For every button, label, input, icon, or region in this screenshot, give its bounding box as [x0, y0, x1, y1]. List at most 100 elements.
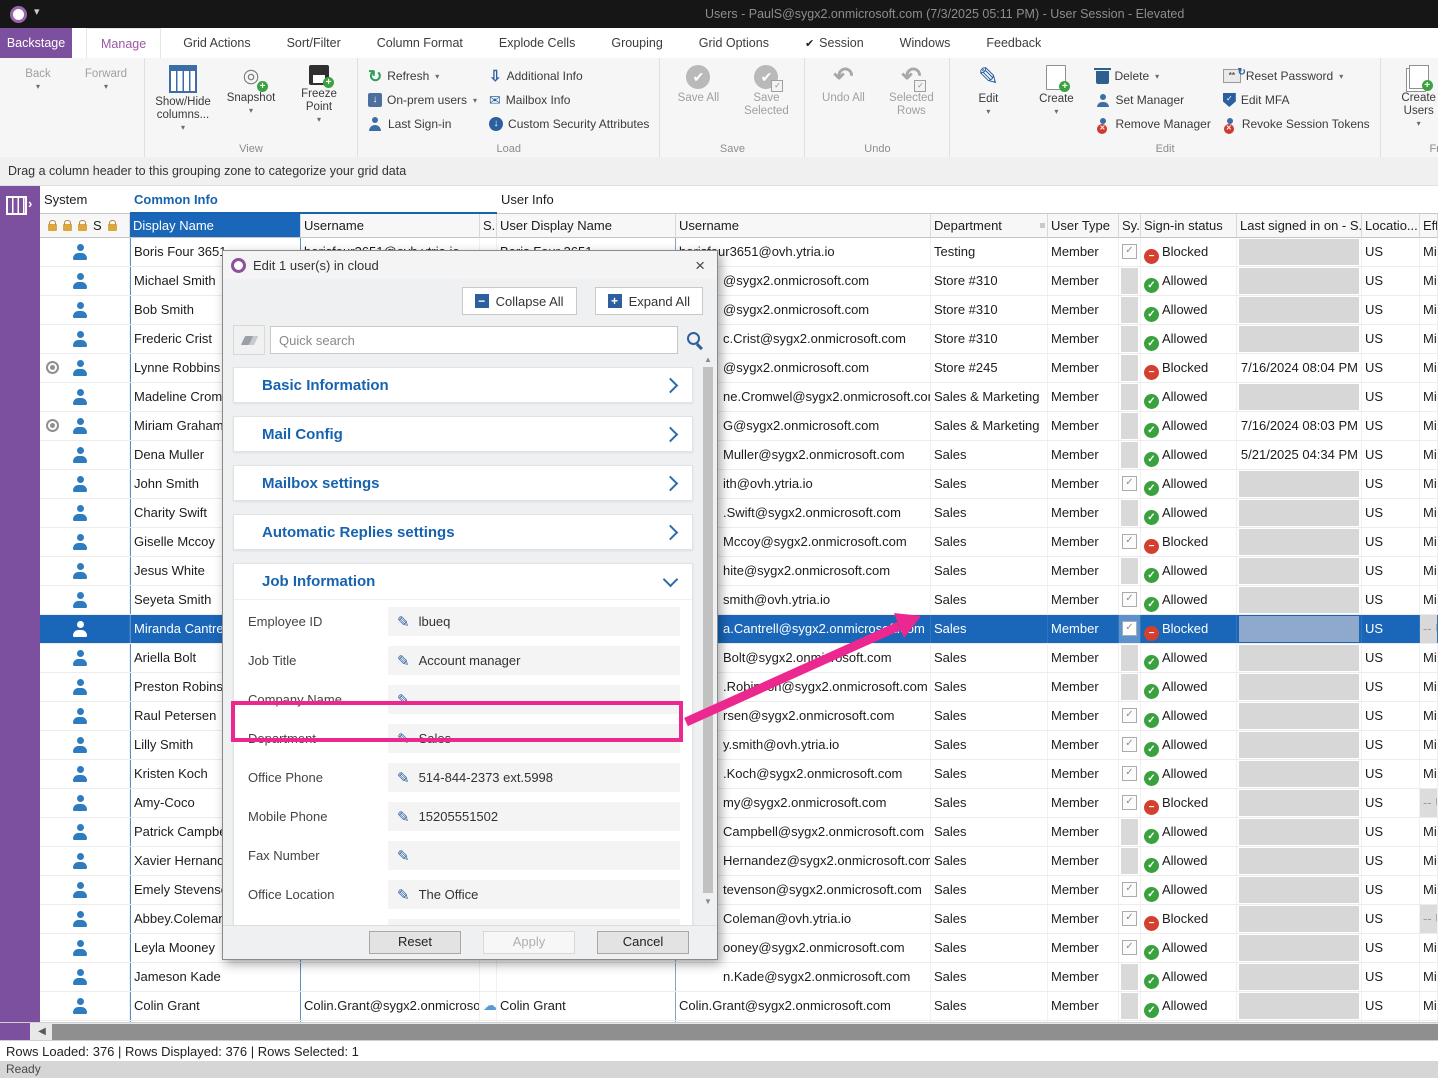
cell-signin-status[interactable]: ✓Allowed	[1141, 731, 1237, 759]
section-mailbox-settings[interactable]: Mailbox settings	[233, 465, 693, 501]
cell-location[interactable]: US	[1362, 876, 1420, 904]
row-icon-cell[interactable]	[40, 876, 130, 904]
cell-sync-check[interactable]: ✓	[1119, 760, 1141, 788]
cell-sync-check[interactable]: ✓	[1119, 615, 1141, 643]
cell-user-type[interactable]: Member	[1048, 528, 1119, 556]
cell-sync-check[interactable]	[1119, 673, 1141, 701]
field-input-office-location[interactable]: ✎The Office	[388, 880, 680, 909]
cell-effective[interactable]: Mic	[1420, 441, 1438, 469]
cell-user-type[interactable]: Member	[1048, 905, 1119, 933]
row-icon-cell[interactable]	[40, 586, 130, 614]
cell-location[interactable]: US	[1362, 702, 1420, 730]
cell-sync-check[interactable]	[1119, 557, 1141, 585]
row-icon-cell[interactable]	[40, 818, 130, 846]
clear-search-button[interactable]	[233, 325, 265, 355]
cell-user-type[interactable]: Member	[1048, 934, 1119, 962]
dialog-scrollbar[interactable]: ▲ ▼	[702, 355, 714, 907]
cell-username[interactable]	[301, 963, 480, 991]
cell-effective[interactable]: Mic	[1420, 992, 1438, 1020]
cell-sync-check[interactable]: ✓	[1119, 905, 1141, 933]
cell-effective[interactable]: Mic	[1420, 383, 1438, 411]
cell-location[interactable]: US	[1362, 296, 1420, 324]
cell-department[interactable]: Sales	[931, 499, 1048, 527]
cell-sync-check[interactable]: ✓	[1119, 238, 1141, 266]
cell-effective[interactable]: Mic	[1420, 528, 1438, 556]
cell-department[interactable]: Sales	[931, 818, 1048, 846]
collapse-all-button[interactable]: − Collapse All	[462, 287, 577, 315]
cell-department[interactable]: Sales	[931, 760, 1048, 788]
cell-department[interactable]: Sales	[931, 586, 1048, 614]
cell-location[interactable]: US	[1362, 238, 1420, 266]
additional-info-button[interactable]: Additional Info	[485, 64, 653, 88]
cell-user-type[interactable]: Member	[1048, 789, 1119, 817]
cell-sync-check[interactable]: ✓	[1119, 586, 1141, 614]
grid-row-jameson-kade[interactable]: Jameson Kaden.Kade@sygx2.onmicrosoft.com…	[40, 963, 1438, 992]
column-header-effective[interactable]: Effe...	[1420, 214, 1438, 238]
create-users-button[interactable]: Create Users▾	[1385, 60, 1438, 142]
cell-location[interactable]: US	[1362, 354, 1420, 382]
tab-feedback[interactable]: Feedback	[972, 28, 1055, 58]
row-icon-cell[interactable]	[40, 644, 130, 672]
cell-sync-check[interactable]	[1119, 267, 1141, 295]
cell-user-type[interactable]: Member	[1048, 586, 1119, 614]
cell-sync-check[interactable]	[1119, 296, 1141, 324]
cell-user-type[interactable]: Member	[1048, 441, 1119, 469]
cell-effective[interactable]: Mic	[1420, 847, 1438, 875]
row-icon-cell[interactable]	[40, 673, 130, 701]
scroll-left-icon[interactable]: ◀	[34, 1023, 50, 1041]
cell-username[interactable]: Colin.Grant@sygx2.onmicrosof	[301, 992, 480, 1020]
cell-last-signed-in[interactable]	[1237, 731, 1362, 759]
cell-sync-check[interactable]	[1119, 383, 1141, 411]
cell-user-type[interactable]: Member	[1048, 412, 1119, 440]
cell-department[interactable]: Store #310	[931, 325, 1048, 353]
cell-sync-check[interactable]	[1119, 963, 1141, 991]
cell-signin-status[interactable]: −Blocked	[1141, 528, 1237, 556]
row-icon-cell[interactable]	[40, 470, 130, 498]
tab-grouping[interactable]: Grouping	[597, 28, 676, 58]
reset-password-button[interactable]: Reset Password▾	[1219, 64, 1374, 88]
cell-signin-status[interactable]: ✓Allowed	[1141, 412, 1237, 440]
edit-button[interactable]: Edit▾	[954, 60, 1022, 142]
row-icon-cell[interactable]	[40, 934, 130, 962]
cell-last-signed-in[interactable]	[1237, 963, 1362, 991]
cell-location[interactable]: US	[1362, 383, 1420, 411]
cell-signin-status[interactable]: ✓Allowed	[1141, 702, 1237, 730]
cell-department[interactable]: Sales	[931, 847, 1048, 875]
on-prem-users-button[interactable]: On-prem users▾	[364, 88, 481, 112]
cell-last-signed-in[interactable]	[1237, 615, 1362, 643]
row-icon-cell[interactable]	[40, 499, 130, 527]
cell-location[interactable]: US	[1362, 992, 1420, 1020]
reset-button[interactable]: Reset	[369, 931, 461, 954]
cell-signin-status[interactable]: ✓Allowed	[1141, 586, 1237, 614]
cell-last-signed-in[interactable]	[1237, 876, 1362, 904]
cell-location[interactable]: US	[1362, 818, 1420, 846]
cell-location[interactable]: US	[1362, 789, 1420, 817]
column-header-location[interactable]: Locatio...	[1362, 214, 1420, 238]
cell-last-signed-in[interactable]	[1237, 847, 1362, 875]
cell-last-signed-in[interactable]	[1237, 789, 1362, 817]
column-header-department[interactable]: Department	[931, 214, 1048, 238]
cell-sync-check[interactable]	[1119, 847, 1141, 875]
row-icon-cell[interactable]	[40, 325, 130, 353]
cell-user-type[interactable]: Member	[1048, 992, 1119, 1020]
field-input-company-name[interactable]: ✎	[388, 685, 680, 714]
cell-last-signed-in[interactable]	[1237, 673, 1362, 701]
cell-signin-status[interactable]: ✓Allowed	[1141, 760, 1237, 788]
cell-user-type[interactable]: Member	[1048, 296, 1119, 324]
cell-sync[interactable]	[480, 963, 497, 991]
cell-user-type[interactable]: Member	[1048, 644, 1119, 672]
edit-mfa-button[interactable]: Edit MFA	[1219, 88, 1374, 112]
column-header-display-name[interactable]: Display Name	[130, 214, 301, 238]
column-header-username2[interactable]: Username	[676, 214, 931, 238]
cell-location[interactable]: US	[1362, 267, 1420, 295]
column-header-username[interactable]: Username	[301, 214, 480, 238]
cell-user-type[interactable]: Member	[1048, 818, 1119, 846]
cell-last-signed-in[interactable]	[1237, 760, 1362, 788]
cell-effective[interactable]: -- U	[1420, 789, 1438, 817]
cell-signin-status[interactable]: ✓Allowed	[1141, 325, 1237, 353]
cell-effective[interactable]: Mic	[1420, 412, 1438, 440]
section-job-information-header[interactable]: Job Information	[234, 564, 692, 600]
cell-user-type[interactable]: Member	[1048, 470, 1119, 498]
cell-signin-status[interactable]: ✓Allowed	[1141, 470, 1237, 498]
freeze-point-button[interactable]: Freeze Point▾	[285, 60, 353, 142]
